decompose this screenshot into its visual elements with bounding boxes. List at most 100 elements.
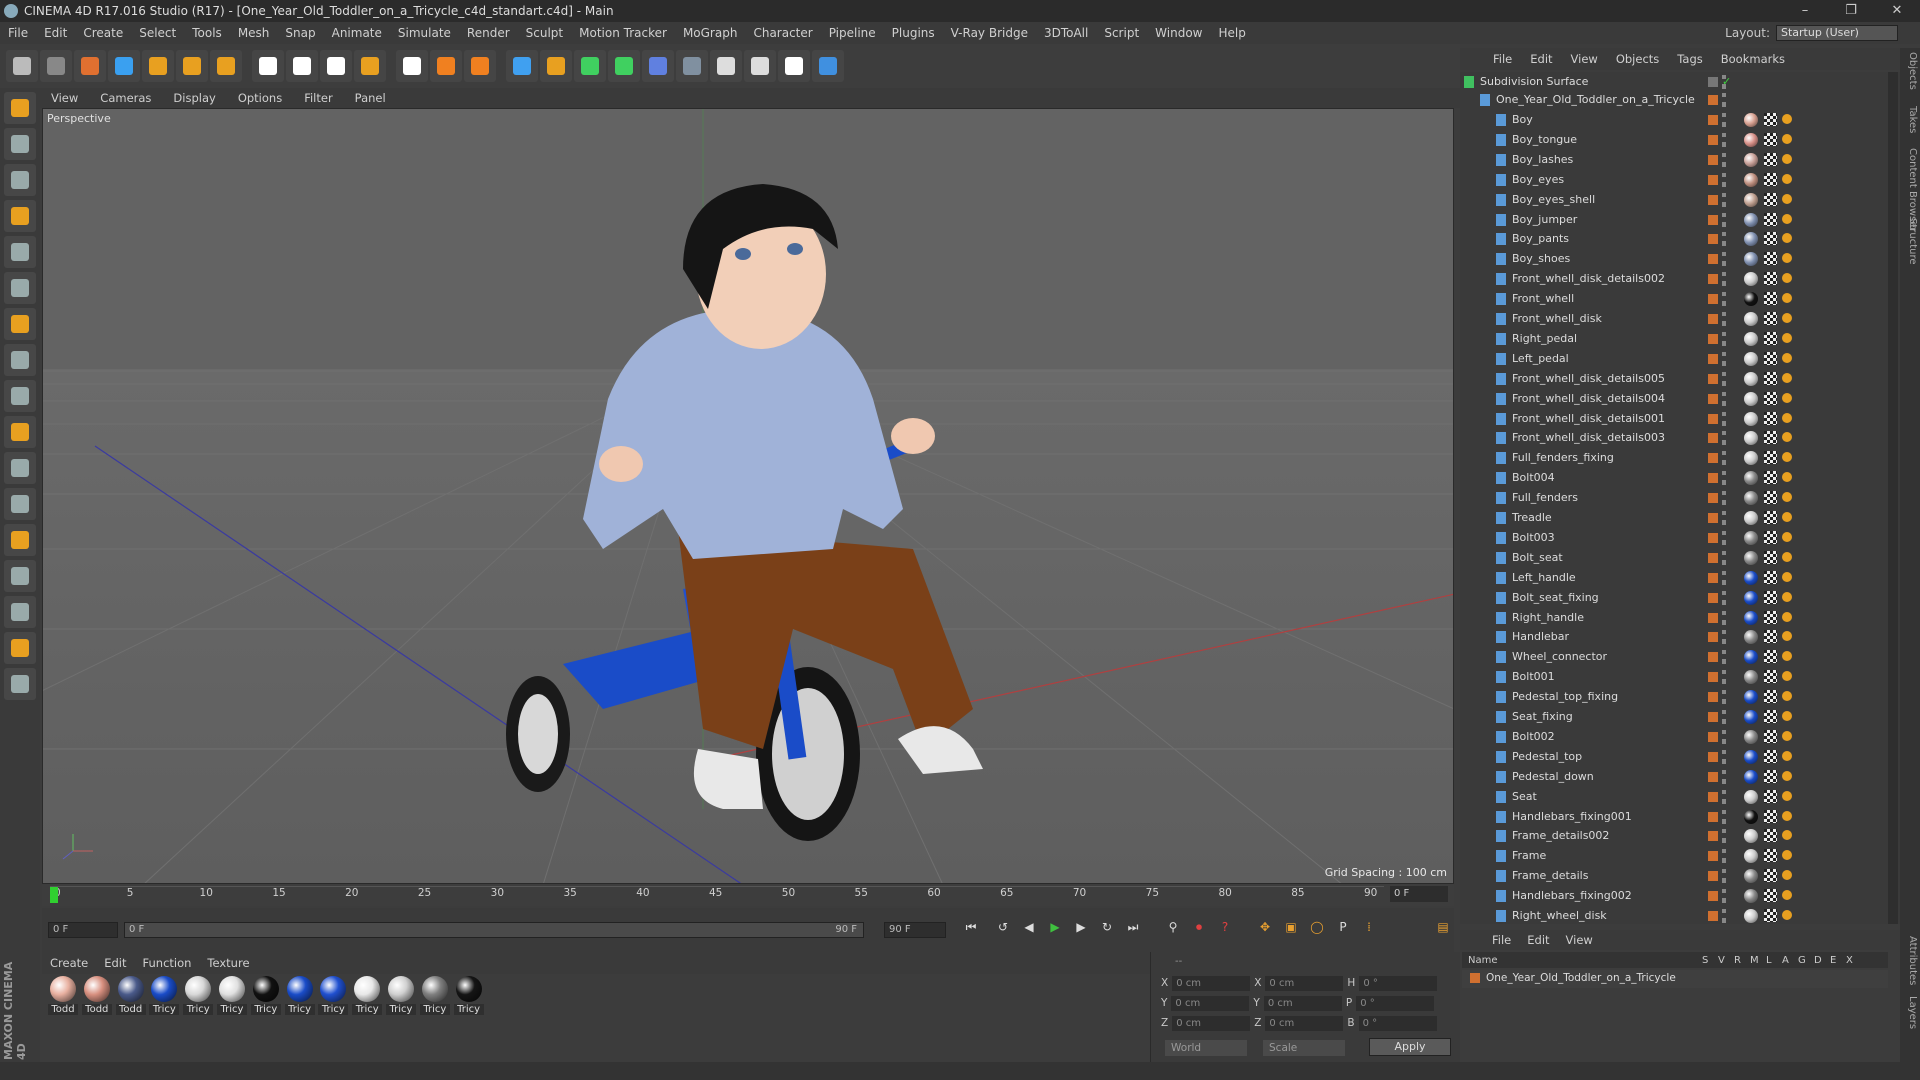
phong-tag-icon[interactable] [1782, 332, 1792, 343]
v-ray-icon[interactable] [778, 50, 810, 82]
phong-tag-icon[interactable] [1782, 651, 1792, 662]
viewport-menu-display[interactable]: Display [162, 91, 226, 105]
texture-tag-icon[interactable] [1764, 152, 1777, 166]
enabled-check-icon[interactable]: ✓ [1722, 75, 1734, 88]
coordinate-value-field[interactable]: 0 cm [1171, 995, 1250, 1011]
phong-tag-icon[interactable] [1782, 472, 1792, 483]
light-icon[interactable] [744, 50, 776, 82]
phong-tag-icon[interactable] [1782, 691, 1792, 702]
material-tag-icon[interactable] [1744, 749, 1758, 764]
layer-color-indicator[interactable] [1708, 831, 1718, 842]
material-tag-icon[interactable] [1744, 610, 1758, 625]
move-icon[interactable] [108, 50, 140, 82]
edit-render-settings-icon[interactable] [464, 50, 496, 82]
object-row[interactable]: Right_wheel_disk [1460, 906, 1890, 924]
object-menu-file[interactable]: File [1484, 52, 1521, 66]
layer-color-indicator[interactable] [1708, 672, 1718, 683]
layer-color-indicator[interactable] [1708, 532, 1718, 543]
texture-tag-icon[interactable] [1764, 570, 1777, 584]
visibility-dots-icon[interactable] [1722, 93, 1726, 107]
texture-tag-icon[interactable] [1764, 371, 1777, 385]
object-row[interactable]: Full_fenders [1460, 488, 1890, 508]
visibility-dots-icon[interactable] [1722, 909, 1726, 923]
render-view-icon[interactable] [396, 50, 428, 82]
layer-color-indicator[interactable] [1708, 154, 1718, 165]
layer-color-indicator[interactable] [1708, 373, 1718, 384]
menu-character[interactable]: Character [745, 26, 820, 40]
phong-tag-icon[interactable] [1782, 392, 1792, 403]
menu-select[interactable]: Select [131, 26, 184, 40]
phong-tag-icon[interactable] [1782, 352, 1792, 363]
layer-color-indicator[interactable] [1708, 871, 1718, 882]
phong-tag-icon[interactable] [1782, 531, 1792, 542]
layer-color-indicator[interactable] [1708, 294, 1718, 305]
visibility-dots-icon[interactable] [1722, 411, 1726, 426]
coordinate-value-field[interactable]: 0 cm [1172, 1015, 1251, 1031]
menu-tools[interactable]: Tools [184, 26, 230, 40]
visibility-dots-icon[interactable] [1722, 710, 1726, 724]
material-tag-icon[interactable] [1744, 132, 1758, 147]
texture-tag-icon[interactable] [1764, 670, 1777, 684]
visibility-dots-icon[interactable] [1722, 889, 1726, 904]
texture-tag-icon[interactable] [1764, 550, 1777, 564]
texture-tag-icon[interactable] [1764, 530, 1777, 544]
side-tab-attributes[interactable]: Attributes [1902, 936, 1918, 985]
texture-tag-icon[interactable] [1764, 113, 1777, 126]
start-frame-field[interactable]: 0 F [48, 922, 118, 938]
visibility-dots-icon[interactable] [1722, 113, 1726, 127]
visibility-dots-icon[interactable] [1722, 212, 1726, 227]
make-editable-icon[interactable] [4, 92, 36, 124]
viewport-menu-view[interactable]: View [40, 91, 89, 105]
next-key-icon[interactable]: ↻ [1096, 916, 1118, 938]
visibility-dots-icon[interactable] [1722, 729, 1726, 744]
layer-color-indicator[interactable] [1708, 692, 1718, 703]
visibility-dots-icon[interactable] [1722, 331, 1726, 346]
layer-color-indicator[interactable] [1708, 612, 1718, 623]
polygons-mode-icon[interactable] [4, 308, 36, 340]
phong-tag-icon[interactable] [1782, 830, 1792, 841]
layer-color-indicator[interactable] [1708, 592, 1718, 603]
material-swatch[interactable]: Todd [81, 976, 112, 1015]
object-row[interactable]: Front_whell_disk [1460, 309, 1890, 329]
layer-menu-edit[interactable]: Edit [1519, 933, 1557, 947]
material-tag-icon[interactable] [1744, 113, 1758, 127]
visibility-dots-icon[interactable] [1722, 391, 1726, 406]
material-tag-icon[interactable] [1744, 809, 1758, 824]
redo-icon[interactable] [40, 50, 72, 82]
object-row[interactable]: Handlebars_fixing001 [1460, 807, 1890, 827]
timeline-window-icon[interactable]: ▤ [1432, 916, 1454, 938]
object-row[interactable]: Seat [1460, 787, 1890, 807]
axis-mode-icon[interactable] [4, 344, 36, 376]
object-row[interactable]: Bolt_seat_fixing [1460, 588, 1890, 608]
phong-tag-icon[interactable] [1782, 233, 1792, 244]
menu-render[interactable]: Render [459, 26, 518, 40]
phong-tag-icon[interactable] [1782, 850, 1792, 861]
apply-button[interactable]: Apply [1369, 1038, 1451, 1056]
layer-color-indicator[interactable] [1708, 314, 1718, 324]
add-icon[interactable] [210, 50, 242, 82]
material-tag-icon[interactable] [1744, 471, 1758, 486]
layer-color-indicator[interactable] [1708, 712, 1718, 722]
object-row[interactable]: Right_handle [1460, 608, 1890, 628]
layer-menu-file[interactable]: File [1484, 933, 1519, 947]
side-tab-layers[interactable]: Layers [1902, 996, 1918, 1029]
object-menu-tags[interactable]: Tags [1668, 52, 1711, 66]
texture-tag-icon[interactable] [1764, 710, 1777, 723]
texture-tag-icon[interactable] [1764, 431, 1777, 445]
material-tag-icon[interactable] [1744, 570, 1758, 585]
subdivision-icon[interactable] [574, 50, 606, 82]
visibility-dots-icon[interactable] [1722, 749, 1726, 764]
render-picture-viewer-icon[interactable] [430, 50, 462, 82]
object-row[interactable]: Boy_shoes [1460, 249, 1890, 269]
material-tag-icon[interactable] [1744, 351, 1758, 366]
object-row-root[interactable]: Subdivision Surface ✓ [1460, 72, 1890, 92]
object-row[interactable]: Boy [1460, 110, 1890, 130]
material-tag-icon[interactable] [1744, 710, 1758, 724]
material-menu-texture[interactable]: Texture [199, 956, 257, 970]
menu-mesh[interactable]: Mesh [230, 26, 278, 40]
layer-color-indicator[interactable] [1708, 652, 1718, 663]
layer-color-indicator[interactable] [1708, 333, 1718, 344]
material-tag-icon[interactable] [1744, 769, 1758, 784]
visibility-dots-icon[interactable] [1722, 690, 1726, 705]
layer-color-indicator[interactable] [1708, 214, 1718, 225]
